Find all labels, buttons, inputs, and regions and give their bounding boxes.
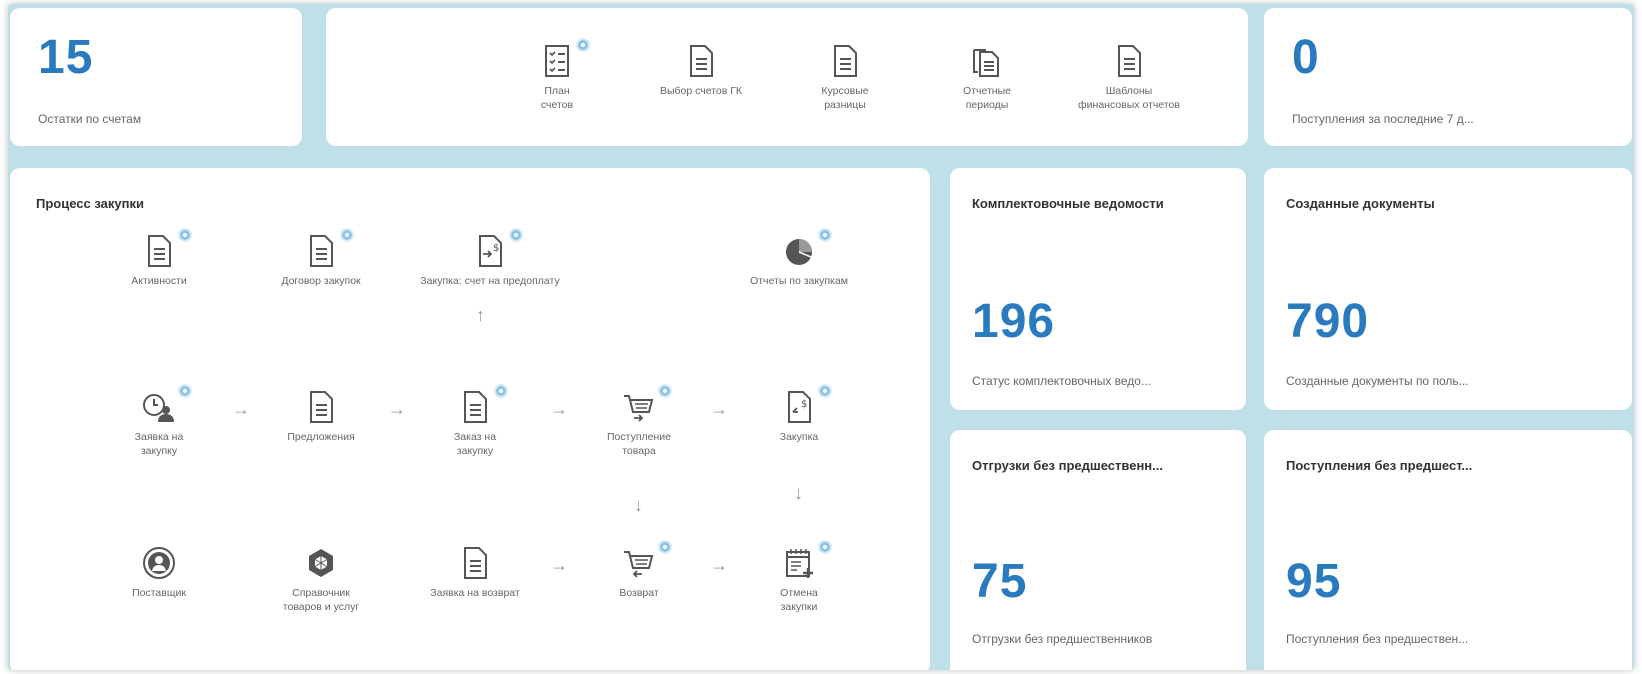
- tile-label: Курсовые разницы: [821, 85, 869, 111]
- dashboard: 15 Остатки по счетам План счетов Выбор с…: [8, 4, 1634, 670]
- kpi-label: Остатки по счетам: [38, 112, 142, 126]
- tile-activities[interactable]: Активности: [84, 228, 234, 288]
- document-icon: [458, 384, 508, 424]
- tile-return-request[interactable]: Заявка на возврат: [400, 546, 550, 600]
- badge-icon: [818, 384, 832, 398]
- badge-icon: [658, 384, 672, 398]
- kpi-card-shipments-without-predecessors[interactable]: Отгрузки без предшественн... 75 Отгрузки…: [950, 430, 1246, 670]
- kpi-value: 196: [972, 295, 1056, 348]
- tile-label: План счетов: [540, 85, 574, 111]
- tile-financial-report-templates[interactable]: Шаблоны финансовых отчетов: [1054, 44, 1204, 112]
- tile-label: Активности: [131, 275, 187, 287]
- badge-icon: [576, 38, 590, 52]
- kpi-card-receipts-without-predecessors[interactable]: Поступления без предшест... 95 Поступлен…: [1264, 430, 1632, 670]
- document-icon: [458, 546, 492, 580]
- badge-icon: [818, 228, 832, 242]
- badge-icon: [658, 540, 672, 554]
- tile-label: Возврат: [619, 587, 659, 599]
- tile-reporting-periods[interactable]: Отчетные периоды: [912, 44, 1062, 112]
- badge-icon: [178, 384, 192, 398]
- kpi-card-created-documents[interactable]: Созданные документы 790 Созданные докуме…: [1264, 168, 1632, 410]
- invoice-dollar-icon: $: [782, 384, 832, 424]
- tile-purchase-cancellation[interactable]: Отмена закупки: [724, 540, 874, 614]
- badge-icon: [340, 228, 354, 242]
- kpi-label: Поступления за последние 7 д...: [1292, 112, 1474, 126]
- tile-label: Предложения: [287, 431, 355, 443]
- document-icon: [828, 44, 862, 78]
- tile-purchase-order[interactable]: Заказ на закупку: [400, 384, 550, 458]
- tile-goods-services-catalog[interactable]: Справочник товаров и услуг: [246, 546, 396, 614]
- kpi-value: 95: [1286, 555, 1342, 608]
- cart-return-icon: [622, 540, 672, 580]
- cart-icon: [622, 384, 672, 424]
- tile-label: Справочник товаров и услуг: [282, 587, 360, 613]
- clock-user-icon: [142, 384, 192, 424]
- documents-stack-icon: [970, 44, 1004, 78]
- tile-label: Заявка на закупку: [134, 431, 184, 457]
- arrow-down-icon: ↓: [634, 495, 643, 515]
- card-title: Отгрузки без предшественн...: [972, 458, 1163, 473]
- tile-label: Поставщик: [132, 587, 186, 599]
- badge-icon: [818, 540, 832, 554]
- tile-chart-of-accounts[interactable]: План счетов: [482, 38, 632, 112]
- tile-label: Заказ на закупку: [453, 431, 497, 457]
- tile-purchase-reports[interactable]: Отчеты по закупкам: [724, 228, 874, 288]
- kpi-value: 15: [38, 31, 94, 84]
- tile-label: Закупка: [779, 431, 819, 443]
- user-circle-icon: [142, 546, 176, 580]
- tile-label: Договор закупок: [281, 275, 361, 287]
- pie-chart-icon: [782, 228, 832, 268]
- svg-text:$: $: [801, 399, 807, 410]
- card-title: Процесс закупки: [36, 196, 144, 211]
- tile-label: Отмена закупки: [780, 587, 818, 613]
- kpi-label: Поступления без предшествен...: [1286, 632, 1469, 646]
- kpi-value: 0: [1292, 31, 1320, 84]
- tile-gl-accounts[interactable]: Выбор счетов ГК: [626, 44, 776, 98]
- tile-supplier[interactable]: Поставщик: [84, 546, 234, 600]
- card-title: Созданные документы: [1286, 196, 1435, 211]
- tile-purchase[interactable]: $ Закупка: [724, 384, 874, 444]
- tile-label: Закупка: счет на предоплату: [420, 275, 560, 287]
- calendar-plus-icon: [782, 540, 832, 580]
- kpi-value: 790: [1286, 295, 1370, 348]
- tile-goods-receipt[interactable]: Поступление товара: [564, 384, 714, 458]
- tile-label: Выбор счетов ГК: [659, 85, 743, 97]
- document-icon: [304, 390, 338, 424]
- tile-label: Шаблоны финансовых отчетов: [1078, 85, 1180, 111]
- kpi-label: Статус комплектовочных ведо...: [972, 374, 1151, 388]
- document-icon: [684, 44, 718, 78]
- tile-label: Отчетные периоды: [963, 85, 1011, 111]
- arrow-up-icon: ↑: [476, 305, 485, 325]
- document-icon: [304, 228, 354, 268]
- finance-shortcuts-card: План счетов Выбор счетов ГК Курсовые раз…: [326, 8, 1248, 146]
- badge-icon: [178, 228, 192, 242]
- tile-exchange-differences[interactable]: Курсовые разницы: [770, 44, 920, 112]
- tile-prepayment-invoice[interactable]: $ Закупка: счет на предоплату: [400, 228, 580, 288]
- kpi-card-receipts-7-days[interactable]: 0 Поступления за последние 7 д...: [1264, 8, 1632, 146]
- tile-label: Отчеты по закупкам: [750, 275, 848, 287]
- tile-offers[interactable]: Предложения: [246, 390, 396, 444]
- kpi-card-kit-statements[interactable]: Комплектовочные ведомости 196 Статус ком…: [950, 168, 1246, 410]
- tile-label: Поступление товара: [607, 431, 671, 457]
- invoice-dollar-icon: $: [473, 228, 523, 268]
- kpi-card-account-balances[interactable]: 15 Остатки по счетам: [10, 8, 302, 146]
- purchase-process-card: Процесс закупки Активности Договор закуп…: [10, 168, 930, 670]
- badge-icon: [494, 384, 508, 398]
- document-icon: [142, 228, 192, 268]
- document-icon: [1112, 44, 1146, 78]
- badge-icon: [509, 228, 523, 242]
- arrow-down-icon: ↓: [794, 483, 803, 503]
- kpi-label: Отгрузки без предшественников: [972, 632, 1153, 646]
- cube-icon: [304, 546, 338, 580]
- kpi-label: Созданные документы по поль...: [1286, 374, 1469, 388]
- checklist-icon: [540, 38, 590, 78]
- kpi-value: 75: [972, 555, 1028, 608]
- card-title: Поступления без предшест...: [1286, 458, 1473, 473]
- tile-purchase-contract[interactable]: Договор закупок: [246, 228, 396, 288]
- card-title: Комплектовочные ведомости: [972, 196, 1164, 211]
- tile-label: Заявка на возврат: [430, 587, 520, 599]
- tile-return[interactable]: Возврат: [564, 540, 714, 600]
- tile-purchase-request[interactable]: Заявка на закупку: [84, 384, 234, 458]
- svg-text:$: $: [493, 243, 499, 254]
